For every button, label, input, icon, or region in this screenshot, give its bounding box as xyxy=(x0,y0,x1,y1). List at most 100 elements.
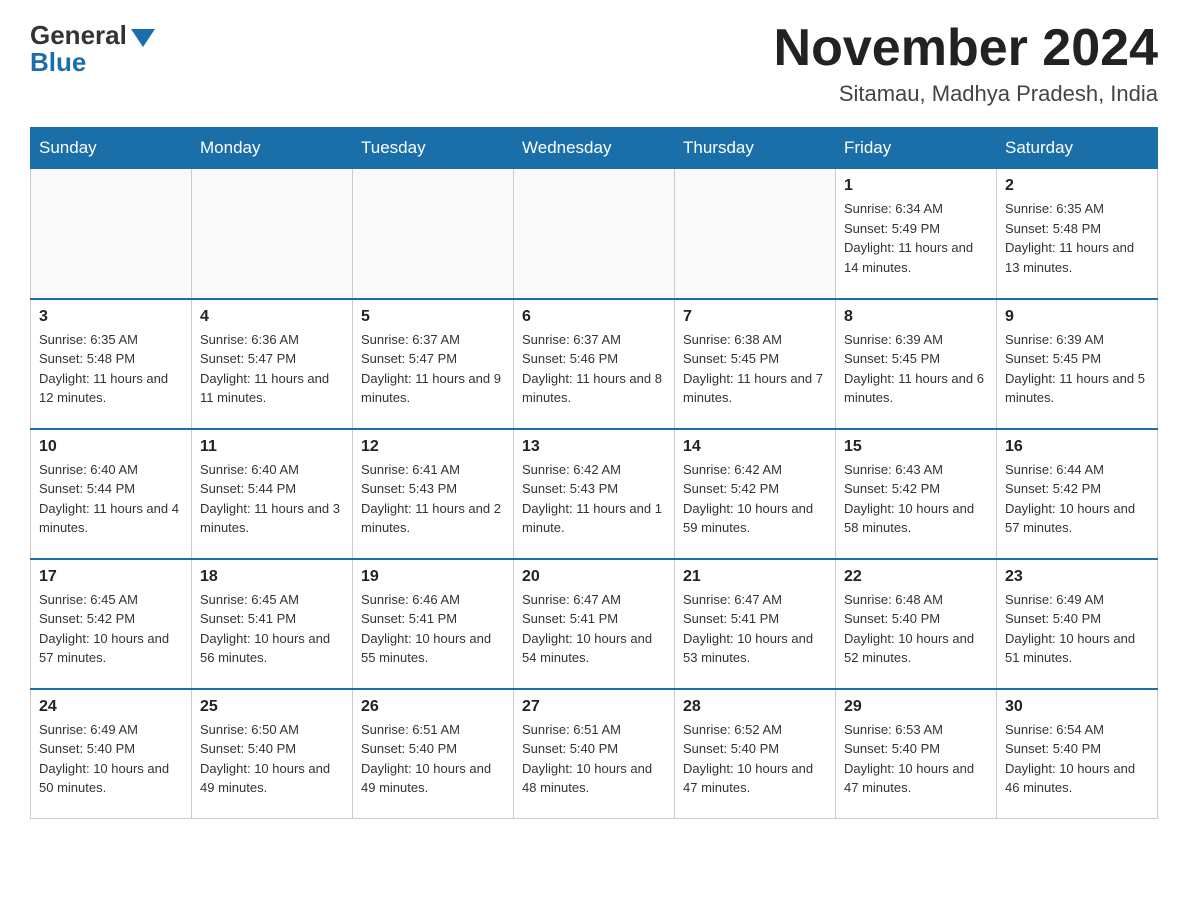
calendar-day-header: Monday xyxy=(192,128,353,169)
logo-triangle-icon xyxy=(131,29,155,47)
calendar-cell xyxy=(31,169,192,299)
day-info: Sunrise: 6:42 AMSunset: 5:42 PMDaylight:… xyxy=(683,460,827,538)
day-info: Sunrise: 6:35 AMSunset: 5:48 PMDaylight:… xyxy=(39,330,183,408)
calendar-cell: 6Sunrise: 6:37 AMSunset: 5:46 PMDaylight… xyxy=(514,299,675,429)
day-number: 22 xyxy=(844,568,988,586)
calendar-cell: 13 Sunrise: 6:42 AMSunset: 5:43 PMDayligh… xyxy=(514,429,675,559)
calendar-cell: 25Sunrise: 6:50 AMSunset: 5:40 PMDayligh… xyxy=(192,689,353,819)
calendar-cell xyxy=(675,169,836,299)
calendar-cell: 2 Sunrise: 6:35 AMSunset: 5:48 PMDaylight… xyxy=(997,169,1158,299)
month-title: November 2024 xyxy=(774,20,1158,77)
day-number: 13 xyxy=(522,438,666,456)
day-number: 26 xyxy=(361,698,505,716)
day-info: Sunrise: 6:45 AMSunset: 5:42 PMDaylight:… xyxy=(39,590,183,668)
day-number: 16 xyxy=(1005,438,1149,456)
calendar-cell: 18 Sunrise: 6:45 AMSunset: 5:41 PMDayligh… xyxy=(192,559,353,689)
calendar-cell: 27 Sunrise: 6:51 AMSunset: 5:40 PMDayligh… xyxy=(514,689,675,819)
calendar-cell: 1Sunrise: 6:34 AMSunset: 5:49 PMDaylight… xyxy=(836,169,997,299)
day-number: 21 xyxy=(683,568,827,586)
calendar-cell: 30 Sunrise: 6:54 AMSunset: 5:40 PMDayligh… xyxy=(997,689,1158,819)
calendar-week-row: 3 Sunrise: 6:35 AMSunset: 5:48 PMDaylight… xyxy=(31,299,1158,429)
calendar-cell: 26 Sunrise: 6:51 AMSunset: 5:40 PMDayligh… xyxy=(353,689,514,819)
day-info: Sunrise: 6:37 AMSunset: 5:47 PMDaylight:… xyxy=(361,330,505,408)
calendar-cell: 24 Sunrise: 6:49 AMSunset: 5:40 PMDayligh… xyxy=(31,689,192,819)
day-number: 5 xyxy=(361,308,505,326)
calendar-cell: 14Sunrise: 6:42 AMSunset: 5:42 PMDayligh… xyxy=(675,429,836,559)
day-info: Sunrise: 6:54 AMSunset: 5:40 PMDaylight:… xyxy=(1005,720,1149,798)
day-number: 4 xyxy=(200,308,344,326)
day-info: Sunrise: 6:36 AMSunset: 5:47 PMDaylight:… xyxy=(200,330,344,408)
location-text: Sitamau, Madhya Pradesh, India xyxy=(774,81,1158,107)
day-number: 7 xyxy=(683,308,827,326)
day-number: 1 xyxy=(844,177,988,195)
day-info: Sunrise: 6:47 AMSunset: 5:41 PMDaylight:… xyxy=(683,590,827,668)
day-info: Sunrise: 6:42 AMSunset: 5:43 PMDaylight:… xyxy=(522,460,666,538)
day-info: Sunrise: 6:44 AMSunset: 5:42 PMDaylight:… xyxy=(1005,460,1149,538)
logo: General Blue xyxy=(30,20,155,78)
calendar-day-header: Thursday xyxy=(675,128,836,169)
day-number: 28 xyxy=(683,698,827,716)
calendar-cell: 23Sunrise: 6:49 AMSunset: 5:40 PMDayligh… xyxy=(997,559,1158,689)
day-info: Sunrise: 6:49 AMSunset: 5:40 PMDaylight:… xyxy=(1005,590,1149,668)
day-info: Sunrise: 6:35 AMSunset: 5:48 PMDaylight:… xyxy=(1005,199,1149,277)
day-info: Sunrise: 6:50 AMSunset: 5:40 PMDaylight:… xyxy=(200,720,344,798)
calendar-cell: 16 Sunrise: 6:44 AMSunset: 5:42 PMDayligh… xyxy=(997,429,1158,559)
calendar-day-header: Wednesday xyxy=(514,128,675,169)
calendar-cell: 12Sunrise: 6:41 AMSunset: 5:43 PMDayligh… xyxy=(353,429,514,559)
calendar-cell: 11Sunrise: 6:40 AMSunset: 5:44 PMDayligh… xyxy=(192,429,353,559)
day-number: 18 xyxy=(200,568,344,586)
day-info: Sunrise: 6:49 AMSunset: 5:40 PMDaylight:… xyxy=(39,720,183,798)
day-number: 9 xyxy=(1005,308,1149,326)
day-info: Sunrise: 6:40 AMSunset: 5:44 PMDaylight:… xyxy=(200,460,344,538)
title-section: November 2024 Sitamau, Madhya Pradesh, I… xyxy=(774,20,1158,107)
day-info: Sunrise: 6:43 AMSunset: 5:42 PMDaylight:… xyxy=(844,460,988,538)
day-info: Sunrise: 6:48 AMSunset: 5:40 PMDaylight:… xyxy=(844,590,988,668)
calendar-cell xyxy=(192,169,353,299)
calendar-day-header: Friday xyxy=(836,128,997,169)
calendar-week-row: 1Sunrise: 6:34 AMSunset: 5:49 PMDaylight… xyxy=(31,169,1158,299)
day-info: Sunrise: 6:38 AMSunset: 5:45 PMDaylight:… xyxy=(683,330,827,408)
day-number: 20 xyxy=(522,568,666,586)
day-number: 15 xyxy=(844,438,988,456)
calendar-cell: 7 Sunrise: 6:38 AMSunset: 5:45 PMDaylight… xyxy=(675,299,836,429)
calendar-week-row: 24 Sunrise: 6:49 AMSunset: 5:40 PMDayligh… xyxy=(31,689,1158,819)
day-info: Sunrise: 6:46 AMSunset: 5:41 PMDaylight:… xyxy=(361,590,505,668)
day-info: Sunrise: 6:51 AMSunset: 5:40 PMDaylight:… xyxy=(361,720,505,798)
calendar-week-row: 10 Sunrise: 6:40 AMSunset: 5:44 PMDayligh… xyxy=(31,429,1158,559)
day-number: 3 xyxy=(39,308,183,326)
calendar-cell: 8 Sunrise: 6:39 AMSunset: 5:45 PMDaylight… xyxy=(836,299,997,429)
calendar-day-header: Tuesday xyxy=(353,128,514,169)
logo-blue-text: Blue xyxy=(30,47,86,78)
day-number: 27 xyxy=(522,698,666,716)
calendar-cell: 9 Sunrise: 6:39 AMSunset: 5:45 PMDaylight… xyxy=(997,299,1158,429)
calendar-cell: 19Sunrise: 6:46 AMSunset: 5:41 PMDayligh… xyxy=(353,559,514,689)
day-info: Sunrise: 6:39 AMSunset: 5:45 PMDaylight:… xyxy=(1005,330,1149,408)
day-number: 10 xyxy=(39,438,183,456)
calendar-cell: 4 Sunrise: 6:36 AMSunset: 5:47 PMDaylight… xyxy=(192,299,353,429)
calendar-cell: 21 Sunrise: 6:47 AMSunset: 5:41 PMDayligh… xyxy=(675,559,836,689)
calendar-header-row: SundayMondayTuesdayWednesdayThursdayFrid… xyxy=(31,128,1158,169)
calendar-cell: 15 Sunrise: 6:43 AMSunset: 5:42 PMDayligh… xyxy=(836,429,997,559)
calendar-cell xyxy=(353,169,514,299)
day-number: 8 xyxy=(844,308,988,326)
calendar-day-header: Saturday xyxy=(997,128,1158,169)
day-info: Sunrise: 6:47 AMSunset: 5:41 PMDaylight:… xyxy=(522,590,666,668)
day-number: 30 xyxy=(1005,698,1149,716)
day-number: 6 xyxy=(522,308,666,326)
calendar-cell: 20 Sunrise: 6:47 AMSunset: 5:41 PMDayligh… xyxy=(514,559,675,689)
day-info: Sunrise: 6:51 AMSunset: 5:40 PMDaylight:… xyxy=(522,720,666,798)
calendar-week-row: 17 Sunrise: 6:45 AMSunset: 5:42 PMDayligh… xyxy=(31,559,1158,689)
calendar-cell: 29Sunrise: 6:53 AMSunset: 5:40 PMDayligh… xyxy=(836,689,997,819)
day-info: Sunrise: 6:52 AMSunset: 5:40 PMDaylight:… xyxy=(683,720,827,798)
calendar-cell: 3 Sunrise: 6:35 AMSunset: 5:48 PMDaylight… xyxy=(31,299,192,429)
day-number: 2 xyxy=(1005,177,1149,195)
calendar-cell: 17 Sunrise: 6:45 AMSunset: 5:42 PMDayligh… xyxy=(31,559,192,689)
day-number: 24 xyxy=(39,698,183,716)
calendar-table: SundayMondayTuesdayWednesdayThursdayFrid… xyxy=(30,127,1158,819)
calendar-cell: 22 Sunrise: 6:48 AMSunset: 5:40 PMDayligh… xyxy=(836,559,997,689)
day-number: 12 xyxy=(361,438,505,456)
day-number: 17 xyxy=(39,568,183,586)
day-info: Sunrise: 6:45 AMSunset: 5:41 PMDaylight:… xyxy=(200,590,344,668)
calendar-cell: 5 Sunrise: 6:37 AMSunset: 5:47 PMDaylight… xyxy=(353,299,514,429)
day-info: Sunrise: 6:39 AMSunset: 5:45 PMDaylight:… xyxy=(844,330,988,408)
